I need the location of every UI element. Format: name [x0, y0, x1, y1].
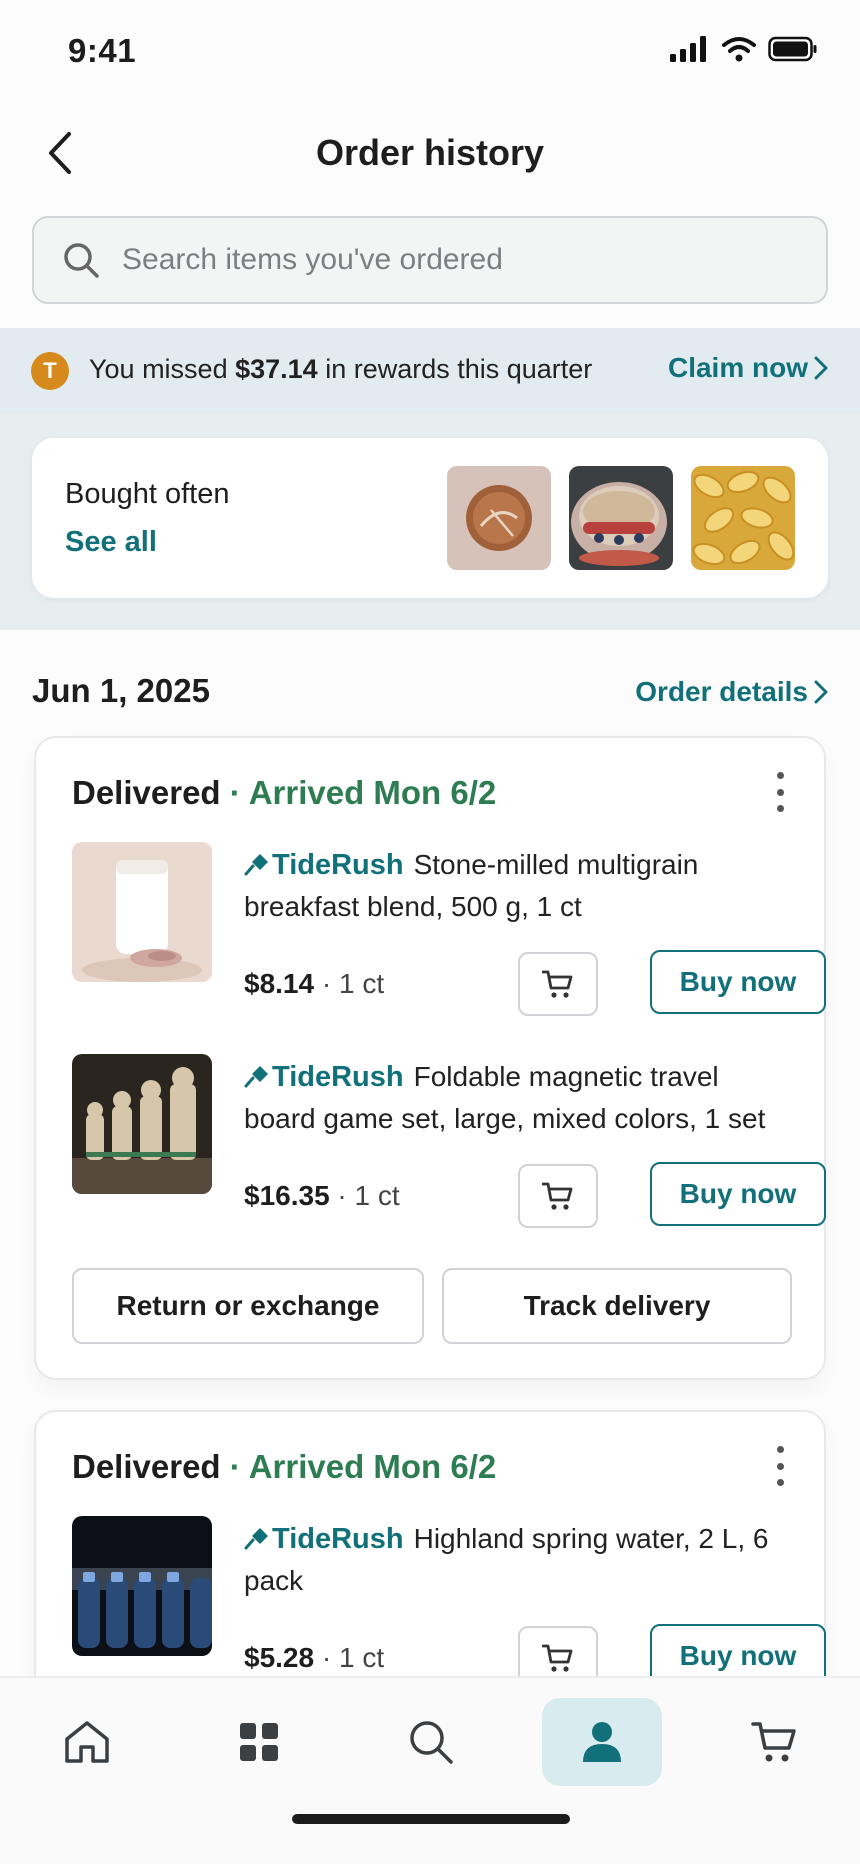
track-delivery-button[interactable]: Track delivery [442, 1268, 792, 1344]
search-icon [410, 1721, 453, 1764]
signal-icon [670, 36, 706, 62]
bottom-nav [0, 1676, 860, 1864]
see-all-link[interactable]: See all [65, 526, 157, 559]
order-item: TideRush Highland spring water, 2 L, 6 pa… [72, 1516, 826, 1696]
brand-label: TideRush [244, 849, 404, 881]
rewards-amount: $37.14 [235, 354, 318, 384]
brand-label: TideRush [244, 1523, 404, 1555]
product-description[interactable]: TideRush Highland spring water, 2 L, 6 pa… [244, 1518, 792, 1602]
order-item: TideRush Stone-milled multigrain breakfas… [72, 842, 826, 1022]
chevron-right-icon [814, 356, 828, 380]
product-image-multigrain[interactable] [72, 842, 212, 982]
buy-now-button[interactable]: Buy now [650, 1162, 826, 1226]
wifi-icon [722, 37, 756, 62]
product-image-spring-water[interactable] [72, 1516, 212, 1656]
bought-often-thumb-wood-board[interactable] [447, 466, 551, 570]
cart-icon [751, 1722, 796, 1762]
more-options-icon[interactable] [770, 772, 790, 812]
search-icon [64, 243, 99, 278]
search-input[interactable] [122, 243, 772, 277]
claim-now-link[interactable]: Claim now [668, 352, 828, 384]
rewards-area: T You missed $37.14 in rewards this quar… [0, 328, 860, 630]
order-date-row: Jun 1, 2025 Order details [32, 668, 828, 718]
item-quantity: · 1 ct [329, 1180, 400, 1211]
home-indicator [292, 1814, 570, 1824]
search-bar[interactable] [32, 216, 828, 304]
delivery-status: Delivered [72, 1448, 221, 1485]
add-to-cart-button[interactable] [518, 952, 598, 1016]
brand-label: TideRush [244, 1061, 404, 1093]
status-time: 9:41 [68, 32, 137, 69]
cart-icon [542, 970, 573, 998]
brand-logo-icon [244, 854, 268, 876]
add-to-cart-button[interactable] [518, 1164, 598, 1228]
rewards-coin-icon: T [31, 352, 69, 390]
price-line: $5.28 · 1 ct [244, 1642, 384, 1674]
nav-search[interactable] [371, 1698, 491, 1786]
order-item: TideRush Foldable magnetic travel board g… [72, 1054, 826, 1234]
order-actions: Return or exchange Track delivery [72, 1268, 792, 1344]
order-date: Jun 1, 2025 [32, 672, 210, 709]
order-status: Delivered · Arrived Mon 6/2 [72, 1448, 496, 1486]
price-line: $8.14 · 1 ct [244, 968, 384, 1000]
account-icon [583, 1722, 621, 1762]
delivery-status: Delivered [72, 774, 221, 811]
chevron-right-icon [814, 680, 828, 704]
bought-often-thumb-breakfast-bowl[interactable] [569, 466, 673, 570]
arrival-date: · Arrived Mon 6/2 [220, 1448, 497, 1485]
buy-now-button[interactable]: Buy now [650, 950, 826, 1014]
item-quantity: · 1 ct [314, 1642, 385, 1673]
rewards-banner: T You missed $37.14 in rewards this quar… [0, 328, 860, 414]
bought-often-title: Bought often [65, 478, 230, 510]
status-bar: 9:41 [0, 0, 860, 100]
more-options-icon[interactable] [770, 1446, 790, 1486]
page-title: Order history [315, 132, 545, 173]
brand-logo-icon [244, 1066, 268, 1088]
item-price: $8.14 [244, 968, 315, 999]
product-description[interactable]: TideRush Foldable magnetic travel board g… [244, 1056, 792, 1140]
battery-icon [768, 36, 817, 62]
nav-categories[interactable] [199, 1698, 319, 1786]
order-status: Delivered · Arrived Mon 6/2 [72, 774, 496, 812]
arrival-date: · Arrived Mon 6/2 [220, 774, 497, 811]
order-details-link[interactable]: Order details [635, 676, 828, 708]
order-card: Delivered · Arrived Mon 6/2 TideRush Ston… [34, 736, 826, 1380]
nav-cart[interactable] [714, 1698, 834, 1786]
price-line: $16.35 · 1 ct [244, 1180, 400, 1212]
nav-account[interactable] [542, 1698, 662, 1786]
bought-often-card[interactable]: Bought often See all [32, 438, 828, 598]
rewards-message: You missed $37.14 in rewards this quarte… [89, 354, 593, 384]
product-description[interactable]: TideRush Stone-milled multigrain breakfas… [244, 844, 792, 928]
cart-icon [542, 1644, 573, 1672]
bought-often-thumb-pasta[interactable] [691, 466, 795, 570]
cart-icon [542, 1182, 573, 1210]
status-icons [670, 36, 818, 62]
nav-home[interactable] [27, 1698, 147, 1786]
categories-icon [240, 1723, 278, 1761]
item-price: $5.28 [244, 1642, 315, 1673]
header: Order history [0, 110, 860, 198]
item-price: $16.35 [244, 1180, 330, 1211]
item-quantity: · 1 ct [314, 968, 385, 999]
return-or-exchange-button[interactable]: Return or exchange [72, 1268, 424, 1344]
home-icon [65, 1721, 109, 1763]
product-image-board-game[interactable] [72, 1054, 212, 1194]
brand-logo-icon [244, 1528, 268, 1550]
